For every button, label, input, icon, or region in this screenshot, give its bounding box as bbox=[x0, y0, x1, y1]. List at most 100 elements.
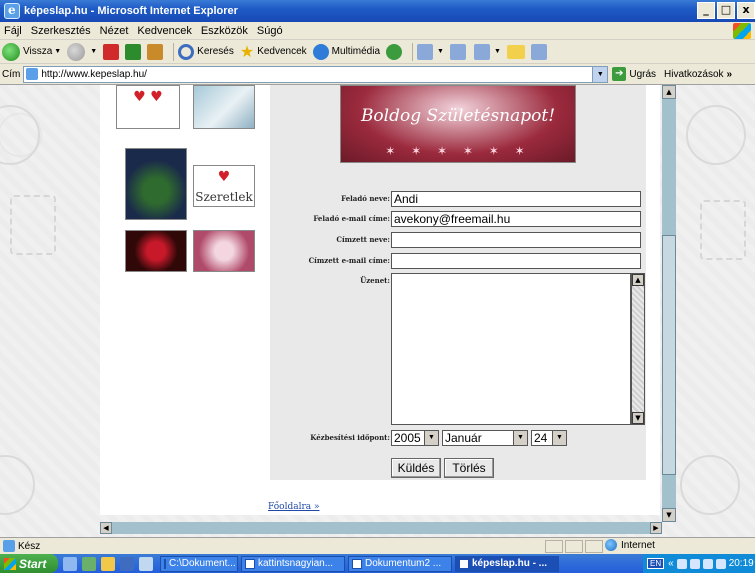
search-button[interactable]: Keresés bbox=[178, 43, 234, 60]
tray-icon[interactable] bbox=[715, 558, 726, 569]
day-select[interactable]: 24 ▼ bbox=[531, 430, 567, 446]
forward-button[interactable]: ▼ bbox=[67, 42, 97, 61]
scroll-down-icon[interactable]: ▼ bbox=[632, 412, 644, 424]
start-button[interactable]: Start bbox=[0, 554, 58, 573]
stop-button[interactable] bbox=[103, 43, 120, 60]
minimize-button[interactable]: _ bbox=[697, 2, 715, 19]
thumbnail-seal[interactable] bbox=[193, 85, 255, 129]
mail-icon bbox=[417, 43, 434, 60]
scroll-up-icon[interactable]: ▲ bbox=[662, 85, 676, 99]
back-label: Vissza bbox=[23, 46, 53, 57]
taskbar-item[interactable]: kattintsnagyian... bbox=[241, 555, 345, 572]
close-button[interactable]: x bbox=[737, 2, 755, 19]
thumbnail-christmas-tree[interactable] bbox=[125, 148, 187, 220]
tray-icon[interactable] bbox=[689, 558, 700, 569]
address-input[interactable]: http://www.kepeslap.hu/ ▼ bbox=[23, 65, 609, 83]
card-greeting: Boldog Születésnapot! bbox=[360, 106, 556, 126]
quicklaunch-icon[interactable] bbox=[63, 556, 77, 571]
chevron-down-icon[interactable]: ▼ bbox=[592, 66, 608, 82]
quicklaunch-icon[interactable] bbox=[120, 556, 134, 571]
taskbar-item-active[interactable]: képeslap.hu - ... bbox=[455, 555, 559, 572]
scroll-up-icon[interactable]: ▲ bbox=[632, 274, 644, 286]
vertical-scrollbar[interactable]: ▲ ▼ bbox=[662, 85, 676, 522]
scroll-thumb[interactable] bbox=[662, 235, 676, 475]
page-content: ♥ ♥ ♥ Szeretlek Boldog Születésnapot! ✶ … bbox=[0, 85, 755, 537]
ie-icon bbox=[459, 558, 469, 569]
sender-email-input[interactable]: avekony@freemail.hu bbox=[391, 211, 641, 227]
go-label: Ugrás bbox=[629, 68, 657, 80]
history-button[interactable] bbox=[386, 43, 403, 60]
mail-button[interactable]: ▼ bbox=[417, 43, 444, 60]
back-button[interactable]: Vissza ▼ bbox=[2, 42, 61, 61]
recipient-email-input[interactable] bbox=[391, 253, 641, 269]
forward-arrow-icon bbox=[67, 42, 86, 61]
favorites-button[interactable]: ★ Kedvencek bbox=[240, 42, 307, 62]
task-label: C:\Dokument... bbox=[169, 557, 236, 569]
maximize-button[interactable]: □ bbox=[717, 2, 735, 19]
thumbnail-szeretlek[interactable]: ♥ Szeretlek bbox=[193, 165, 255, 207]
recipient-name-input[interactable] bbox=[391, 232, 641, 248]
media-button[interactable]: Multimédia bbox=[312, 43, 380, 60]
home-link[interactable]: Főoldalra » bbox=[268, 502, 320, 512]
quicklaunch-icon[interactable] bbox=[139, 556, 153, 571]
menu-file[interactable]: Fájl bbox=[4, 25, 22, 37]
taskbar-item[interactable]: Dokumentum2 ... bbox=[348, 555, 452, 572]
year-select[interactable]: 2005 ▼ bbox=[391, 430, 439, 446]
search-icon bbox=[178, 43, 195, 60]
chevron-down-icon: ▼ bbox=[437, 48, 444, 55]
clock: 20:19 bbox=[728, 558, 754, 569]
menu-tools[interactable]: Eszközök bbox=[201, 25, 248, 37]
history-icon bbox=[386, 43, 403, 60]
sender-name-input[interactable]: Andi bbox=[391, 191, 641, 207]
quicklaunch-icon[interactable] bbox=[82, 556, 96, 571]
clear-button[interactable]: Törlés bbox=[444, 458, 494, 478]
thumbnail-rose[interactable] bbox=[125, 230, 187, 272]
address-bar: Cím http://www.kepeslap.hu/ ▼ ➔ Ugrás Hi… bbox=[0, 64, 755, 85]
chevron-left-icon[interactable]: « bbox=[668, 558, 674, 569]
sender-email-row: Feladó e-mail címe: avekony@freemail.hu bbox=[270, 211, 646, 227]
edit-button[interactable]: ▼ bbox=[473, 43, 501, 60]
links-button[interactable]: Hivatkozások bbox=[664, 69, 723, 80]
chevron-right-icon[interactable]: » bbox=[727, 69, 733, 80]
scroll-right-icon[interactable]: ▶ bbox=[650, 522, 662, 534]
stars-icon: ✶ ✶ ✶ ✶ ✶ ✶ bbox=[385, 144, 531, 158]
scroll-left-icon[interactable]: ◀ bbox=[100, 522, 112, 534]
menu-help[interactable]: Súgó bbox=[257, 25, 283, 37]
print-button[interactable] bbox=[449, 43, 468, 60]
month-select[interactable]: Január ▼ bbox=[442, 430, 528, 446]
delivery-label: Kézbesítési időpont: bbox=[310, 433, 390, 442]
hearts-icon: ♥ ♥ bbox=[133, 89, 163, 105]
status-cell bbox=[585, 540, 603, 553]
message-textarea[interactable] bbox=[391, 273, 631, 425]
scroll-down-icon[interactable]: ▼ bbox=[662, 508, 676, 522]
sender-name-row: Feladó neve: Andi bbox=[270, 191, 646, 207]
send-button[interactable]: Küldés bbox=[391, 458, 441, 478]
folder-button[interactable] bbox=[506, 44, 525, 59]
refresh-icon bbox=[125, 43, 142, 60]
tray-icon[interactable] bbox=[702, 558, 713, 569]
go-button[interactable]: ➔ Ugrás bbox=[612, 67, 656, 81]
message-label: Üzenet: bbox=[360, 276, 390, 285]
horizontal-scrollbar[interactable]: ◀ ▶ bbox=[100, 522, 662, 534]
tray-icon[interactable] bbox=[676, 558, 687, 569]
menu-view[interactable]: Nézet bbox=[100, 25, 129, 37]
back-arrow-icon bbox=[2, 42, 20, 61]
start-label: Start bbox=[19, 556, 47, 571]
home-button[interactable] bbox=[147, 43, 164, 60]
quicklaunch-icon[interactable] bbox=[101, 556, 115, 571]
thumbnail-bears[interactable] bbox=[193, 230, 255, 272]
menu-favorites[interactable]: Kedvencek bbox=[137, 25, 191, 37]
chevron-down-icon: ▼ bbox=[493, 48, 501, 55]
taskbar-item[interactable]: C:\Dokument... bbox=[160, 555, 238, 572]
message-scrollbar[interactable]: ▲ ▼ bbox=[631, 273, 645, 425]
window-controls: _ □ x bbox=[697, 2, 755, 19]
thumbnail-hearts[interactable]: ♥ ♥ bbox=[116, 85, 180, 129]
language-indicator[interactable]: EN bbox=[647, 558, 665, 569]
status-cell bbox=[565, 540, 583, 553]
menu-edit[interactable]: Szerkesztés bbox=[31, 25, 91, 37]
messenger-button[interactable] bbox=[530, 43, 549, 60]
toolbar: Vissza ▼ ▼ Keresés ★ Kedvencek Multimédi… bbox=[0, 40, 755, 64]
windows-flag-icon bbox=[4, 557, 16, 570]
refresh-button[interactable] bbox=[125, 43, 142, 60]
recipient-email-label: Címzett e-mail címe: bbox=[308, 256, 390, 265]
